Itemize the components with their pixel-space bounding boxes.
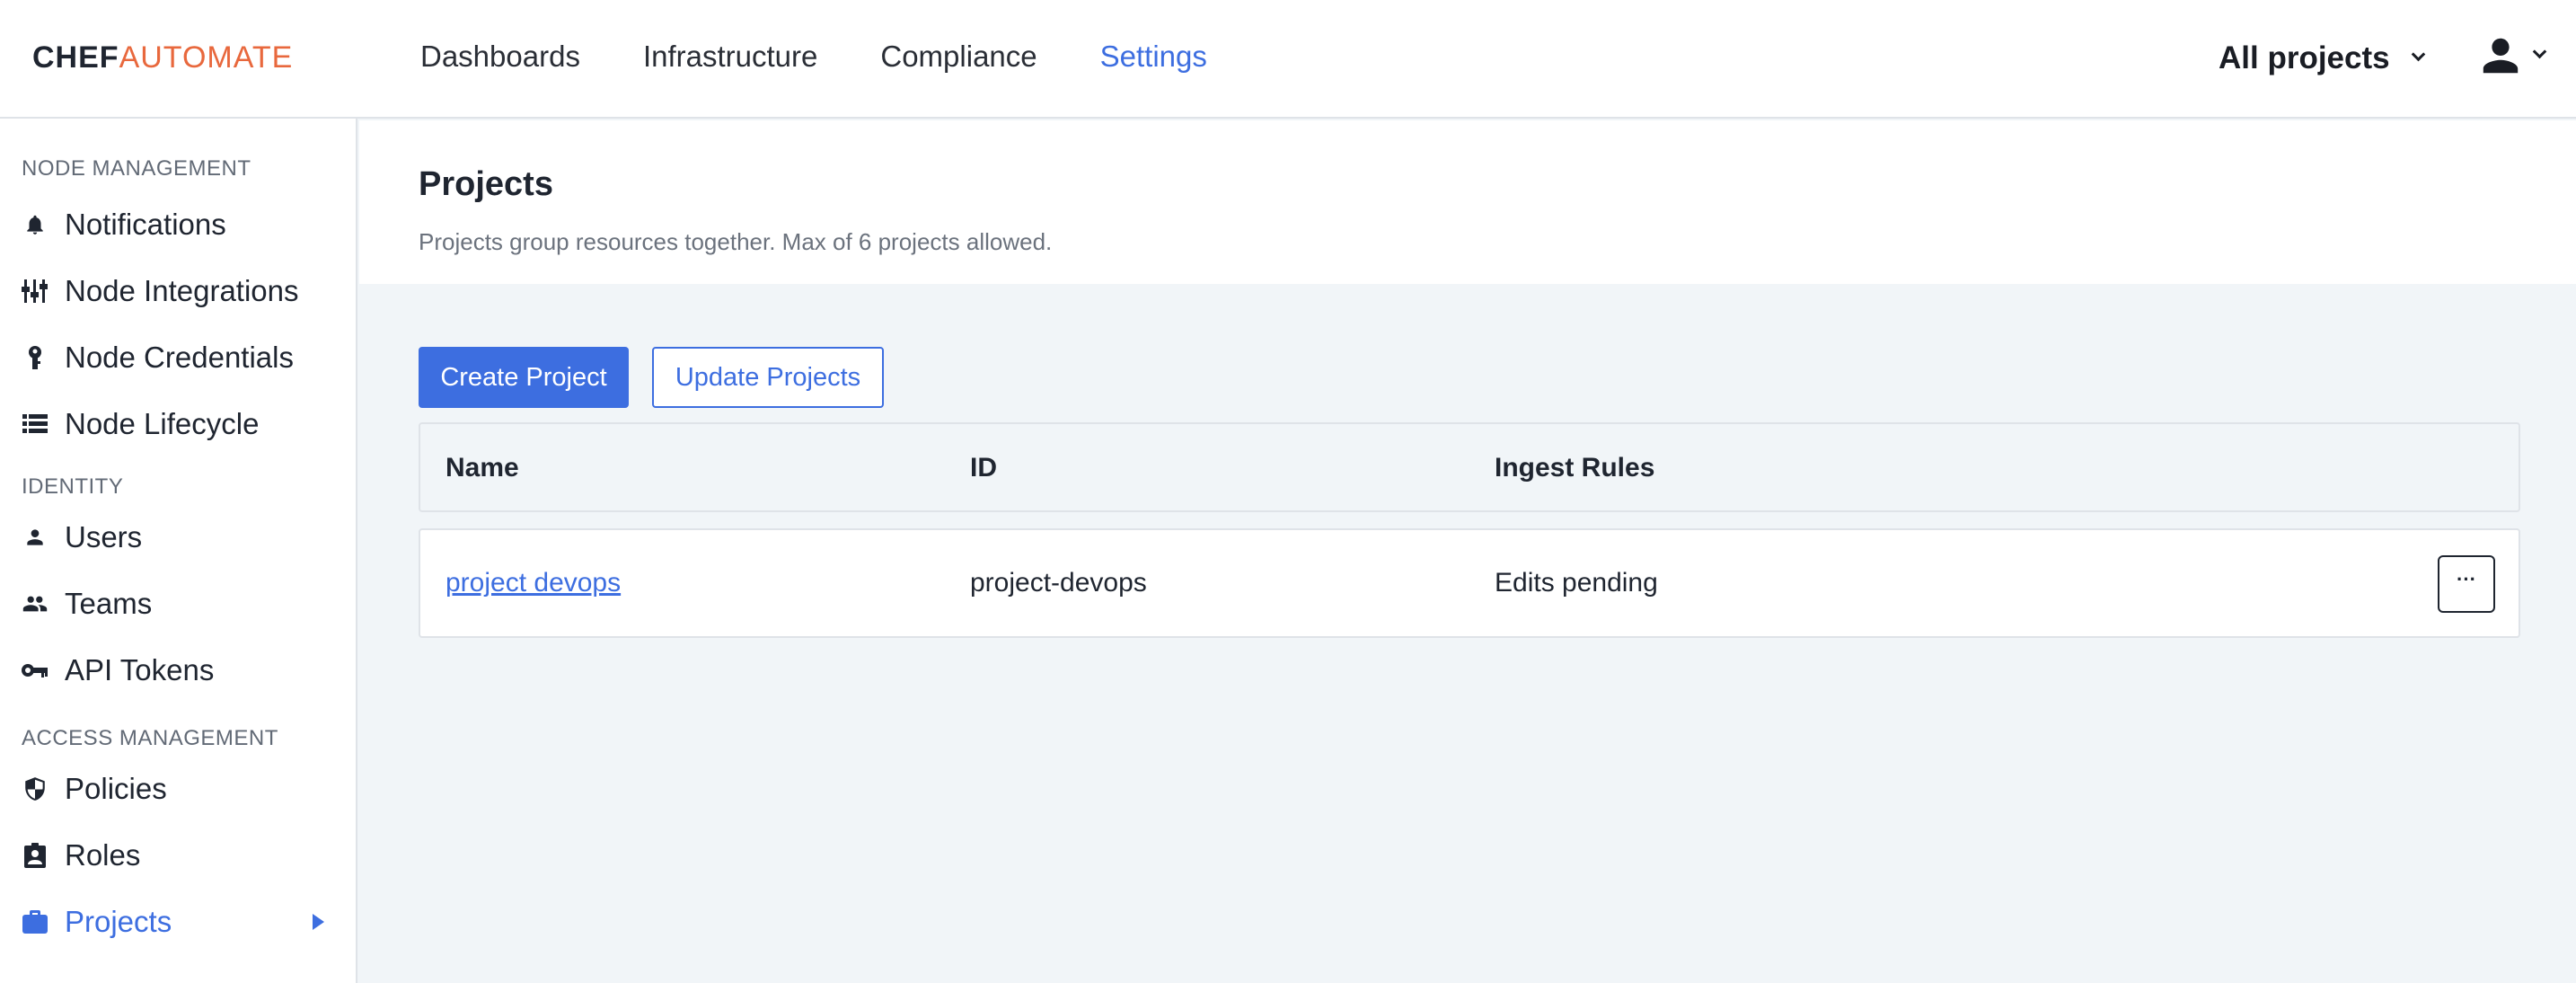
table-row: project devops project-devops Edits pend… xyxy=(419,528,2520,638)
sliders-icon xyxy=(22,278,49,305)
project-name-link[interactable]: project devops xyxy=(446,568,621,598)
active-indicator-arrow-icon xyxy=(313,914,324,930)
sidebar-item-label: Node Integrations xyxy=(65,274,299,307)
sidebar-item-teams[interactable]: Teams xyxy=(0,579,356,629)
section-heading-access-management: ACCESS MANAGEMENT xyxy=(22,726,278,750)
project-id: project-devops xyxy=(970,568,1147,598)
ingest-rules-status: Edits pending xyxy=(1495,568,1658,598)
user-avatar-icon xyxy=(2483,38,2519,74)
sidebar-item-notifications[interactable]: Notifications xyxy=(0,199,356,250)
logo-automate-text: AUTOMATE xyxy=(119,40,294,75)
people-icon xyxy=(22,590,49,617)
page-header: Projects Projects group resources togeth… xyxy=(359,120,2576,284)
sidebar-item-label: Node Lifecycle xyxy=(65,407,260,440)
nav-compliance[interactable]: Compliance xyxy=(880,36,1037,77)
sidebar-item-users[interactable]: Users xyxy=(0,512,356,562)
sidebar-item-label: Roles xyxy=(65,838,141,872)
sidebar-item-label: API Tokens xyxy=(65,653,215,686)
badge-icon xyxy=(22,842,49,869)
sidebar-item-policies[interactable]: Policies xyxy=(0,764,356,814)
column-header-id[interactable]: ID xyxy=(970,453,997,483)
top-navbar: CHEFAUTOMATE Dashboards Infrastructure C… xyxy=(0,0,2576,119)
page-title: Projects xyxy=(419,165,553,203)
sidebar-item-node-lifecycle[interactable]: Node Lifecycle xyxy=(0,399,356,449)
sidebar-item-api-tokens[interactable]: API Tokens xyxy=(0,645,356,695)
column-header-ingest-rules: Ingest Rules xyxy=(1495,453,1655,483)
key-pin-icon xyxy=(22,344,49,371)
sidebar-item-roles[interactable]: Roles xyxy=(0,830,356,881)
logo-chef-text: CHEF xyxy=(32,40,119,75)
table-header: Name ID Ingest Rules xyxy=(419,422,2520,512)
sidebar-item-node-credentials[interactable]: Node Credentials xyxy=(0,332,356,383)
section-heading-node-management: NODE MANAGEMENT xyxy=(22,156,251,181)
nav-settings[interactable]: Settings xyxy=(1100,36,1207,77)
project-filter-dropdown[interactable]: All projects xyxy=(2219,36,2425,81)
sidebar-item-label: Notifications xyxy=(65,208,226,241)
sidebar-item-label: Teams xyxy=(65,587,153,620)
sidebar-item-label: Projects xyxy=(65,905,172,938)
shield-icon xyxy=(22,775,49,802)
main-nav: Dashboards Infrastructure Compliance Set… xyxy=(420,36,1270,77)
sidebar-item-label: Node Credentials xyxy=(65,341,294,374)
vpn-key-icon xyxy=(22,657,49,684)
bell-icon xyxy=(22,211,49,238)
update-projects-button[interactable]: Update Projects xyxy=(652,347,884,408)
settings-sidebar: NODE MANAGEMENT Notifications Node Integ… xyxy=(0,119,357,983)
person-icon xyxy=(22,524,49,551)
chevron-down-icon xyxy=(2411,47,2425,61)
sidebar-item-projects[interactable]: Projects xyxy=(0,897,356,947)
chevron-down-icon xyxy=(2532,44,2547,58)
column-header-name[interactable]: Name xyxy=(446,453,519,483)
sidebar-item-label: Policies xyxy=(65,772,167,805)
create-project-button[interactable]: Create Project xyxy=(419,347,629,408)
row-menu-button[interactable]: ··· xyxy=(2438,555,2495,613)
list-icon xyxy=(22,411,49,438)
nav-infrastructure[interactable]: Infrastructure xyxy=(643,36,817,77)
chef-automate-logo[interactable]: CHEFAUTOMATE xyxy=(32,40,293,75)
nav-dashboards[interactable]: Dashboards xyxy=(420,36,580,77)
sidebar-item-node-integrations[interactable]: Node Integrations xyxy=(0,266,356,316)
project-filter-label: All projects xyxy=(2219,40,2390,75)
user-menu[interactable] xyxy=(2479,34,2547,77)
page-subtitle: Projects group resources together. Max o… xyxy=(419,228,1053,255)
sidebar-item-label: Users xyxy=(65,520,143,553)
section-heading-identity: IDENTITY xyxy=(22,474,124,499)
briefcase-icon xyxy=(22,908,49,935)
